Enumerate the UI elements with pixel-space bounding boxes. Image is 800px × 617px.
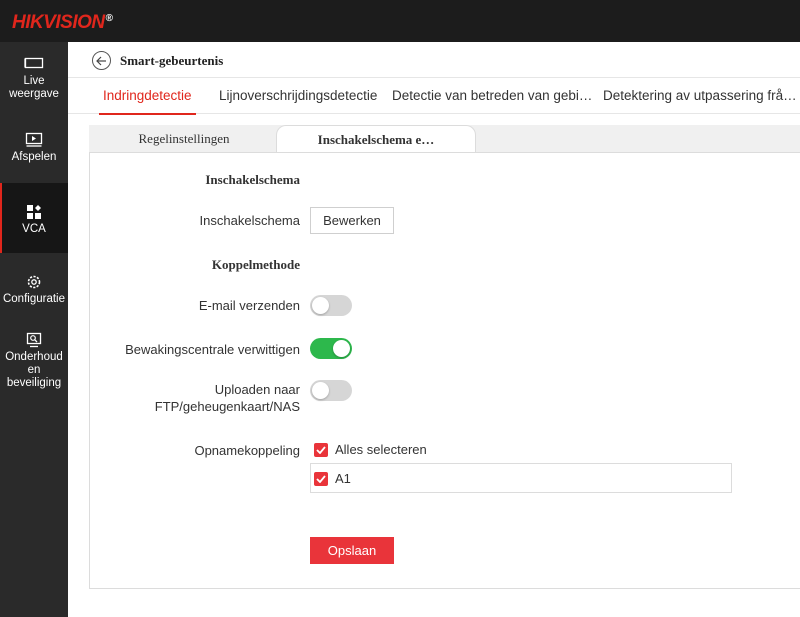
sidebar-item-label: Live weergave — [9, 75, 59, 100]
sidebar-item-playback[interactable]: Afspelen — [0, 132, 68, 168]
sidebar-item-live-view[interactable]: Live weergave — [0, 56, 68, 106]
upload-label-line-1: Uploaden naar — [214, 382, 300, 397]
sidebar-item-label: Afspelen — [11, 151, 57, 163]
toggle-knob — [312, 297, 329, 314]
page-title: Smart-gebeurtenis — [120, 53, 224, 68]
sidebar: Live weergave Afspelen VCA Configuratie … — [0, 42, 68, 617]
vca-icon — [24, 204, 44, 220]
section-title-schedule: Inschakelschema — [205, 172, 300, 187]
toggle-knob — [312, 382, 329, 399]
check-icon — [316, 446, 326, 454]
playback-icon — [24, 132, 44, 148]
maintenance-icon — [24, 332, 44, 348]
tab-line-crossing[interactable]: Lijnoverschrijdingsdetectie — [219, 88, 377, 103]
channel-a1-checkbox[interactable] — [314, 472, 328, 486]
save-button[interactable]: Opslaan — [310, 537, 394, 564]
page-header: Smart-gebeurtenis — [68, 42, 800, 78]
brand-logo: HIKVISION® — [12, 12, 113, 33]
tab-region-entrance[interactable]: Detectie van betreden van gebi… — [392, 88, 592, 103]
channel-a1-label: A1 — [335, 471, 351, 486]
top-bar: HIKVISION® — [0, 0, 800, 42]
check-icon — [316, 475, 326, 483]
event-tabs: Indringdetectie Lijnoverschrijdingsdetec… — [68, 78, 800, 115]
tab-intrusion-detection[interactable]: Indringdetectie — [99, 88, 196, 115]
upload-label: Uploaden naar FTP/geheugenkaart/NAS — [100, 381, 300, 415]
email-toggle[interactable] — [310, 295, 352, 316]
record-linkage-label: Opnamekoppeling — [194, 443, 300, 458]
sidebar-item-label: Configuratie — [2, 293, 65, 305]
sidebar-item-label: VCA — [22, 223, 46, 235]
monitor-icon — [24, 56, 44, 72]
toggle-knob — [333, 340, 350, 357]
sidebar-item-label: Onderhoud en beveiliging — [5, 351, 63, 389]
upload-toggle[interactable] — [310, 380, 352, 401]
edit-schedule-button[interactable]: Bewerken — [310, 207, 394, 234]
subtab-arming-schedule[interactable]: Inschakelschema e… — [276, 125, 476, 154]
gear-icon — [24, 274, 44, 290]
channel-list — [310, 463, 732, 493]
schedule-label: Inschakelschema — [199, 213, 300, 228]
notify-center-label: Bewakingscentrale verwittigen — [125, 342, 300, 357]
sidebar-item-configuration[interactable]: Configuratie — [0, 274, 68, 308]
notify-center-toggle[interactable] — [310, 338, 352, 359]
sidebar-item-vca[interactable]: VCA — [0, 183, 68, 253]
tab-region-exiting[interactable]: Detektering av utpassering frå… — [603, 88, 797, 103]
sidebar-item-maintenance[interactable]: Onderhoud en beveiliging — [0, 332, 68, 392]
section-title-linkage: Koppelmethode — [211, 257, 300, 272]
email-label: E-mail verzenden — [198, 298, 300, 313]
select-all-checkbox[interactable] — [314, 443, 328, 457]
upload-label-line-2: FTP/geheugenkaart/NAS — [154, 399, 300, 414]
select-all-label: Alles selecteren — [335, 442, 427, 457]
subtab-rule-settings[interactable]: Regelinstellingen — [90, 125, 278, 153]
back-arrow-icon[interactable] — [92, 51, 111, 70]
